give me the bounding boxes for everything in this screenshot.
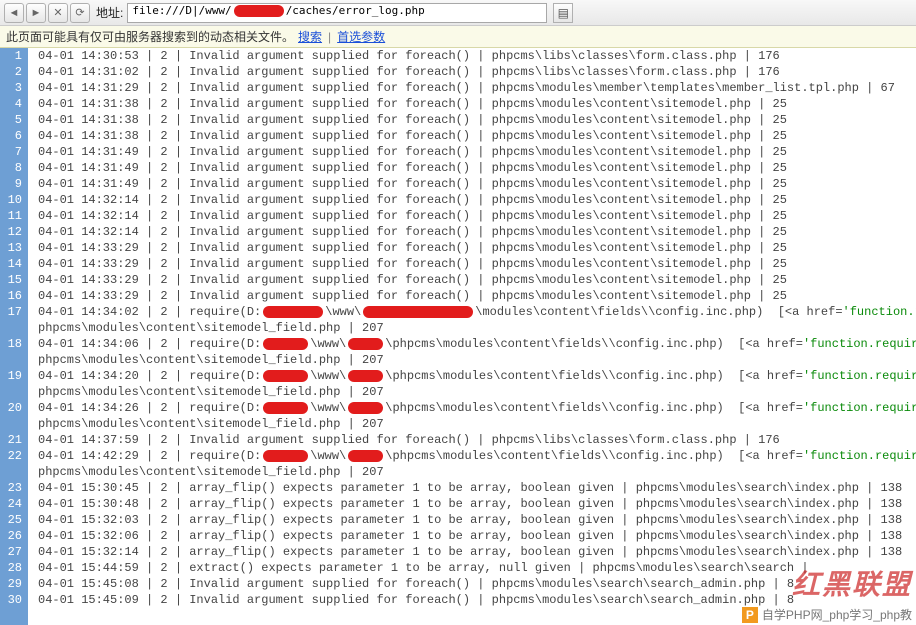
- watermark: 红黑联盟: [792, 563, 912, 603]
- gutter-line: 3: [6, 80, 22, 96]
- gutter-line: 28: [6, 560, 22, 576]
- line-gutter: 1234567891011121314151617181920212223242…: [0, 48, 28, 625]
- gutter-line: 16: [6, 288, 22, 304]
- gutter-line: 20: [6, 400, 22, 416]
- back-button[interactable]: ◄: [4, 3, 24, 23]
- log-line: 04-01 14:31:49 | 2 | Invalid argument su…: [28, 176, 916, 192]
- address-input[interactable]: file:///D|/www//caches/error_log.php: [127, 3, 547, 23]
- log-line: phpcms\modules\content\sitemodel_field.p…: [28, 416, 916, 432]
- go-button[interactable]: ▤: [553, 3, 573, 23]
- log-line: 04-01 14:32:14 | 2 | Invalid argument su…: [28, 208, 916, 224]
- log-line: 04-01 15:44:59 | 2 | extract() expects p…: [28, 560, 916, 576]
- log-line: 04-01 14:32:14 | 2 | Invalid argument su…: [28, 224, 916, 240]
- log-line: 04-01 14:34:20 | 2 | require(D:\www\\php…: [28, 368, 916, 384]
- gutter-line: 19: [6, 368, 22, 384]
- log-line: 04-01 14:30:53 | 2 | Invalid argument su…: [28, 48, 916, 64]
- log-line: 04-01 14:31:49 | 2 | Invalid argument su…: [28, 144, 916, 160]
- gutter-line: 12: [6, 224, 22, 240]
- log-line: 04-01 15:32:14 | 2 | array_flip() expect…: [28, 544, 916, 560]
- gutter-line: 18: [6, 336, 22, 352]
- gutter-line: [6, 384, 22, 400]
- gutter-line: 7: [6, 144, 22, 160]
- log-line: 04-01 15:45:08 | 2 | Invalid argument su…: [28, 576, 916, 592]
- gutter-line: [6, 416, 22, 432]
- log-line: 04-01 14:33:29 | 2 | Invalid argument su…: [28, 272, 916, 288]
- infobar-search-link[interactable]: 搜索: [298, 28, 322, 45]
- log-line: 04-01 15:32:06 | 2 | array_flip() expect…: [28, 528, 916, 544]
- log-line: phpcms\modules\content\sitemodel_field.p…: [28, 384, 916, 400]
- stop-button[interactable]: ✕: [48, 3, 68, 23]
- log-line: 04-01 14:34:02 | 2 | require(D:\www\\mod…: [28, 304, 916, 320]
- footer-badge: P 自学PHP网_php学习_php教: [742, 606, 912, 623]
- infobar-prefs-link[interactable]: 首选参数: [337, 28, 385, 45]
- gutter-line: 2: [6, 64, 22, 80]
- php-badge-icon: P: [742, 607, 758, 623]
- log-line: 04-01 14:31:02 | 2 | Invalid argument su…: [28, 64, 916, 80]
- log-line: 04-01 14:31:49 | 2 | Invalid argument su…: [28, 160, 916, 176]
- gutter-line: 24: [6, 496, 22, 512]
- gutter-line: 17: [6, 304, 22, 320]
- gutter-line: 5: [6, 112, 22, 128]
- dynamic-files-infobar: 此页面可能具有仅可由服务器搜索到的动态相关文件。 搜索 | 首选参数: [0, 26, 916, 48]
- log-line: 04-01 14:31:29 | 2 | Invalid argument su…: [28, 80, 916, 96]
- browser-toolbar: ◄ ► ✕ ⟳ 地址: file:///D|/www//caches/error…: [0, 0, 916, 26]
- gutter-line: [6, 464, 22, 480]
- log-line: phpcms\modules\content\sitemodel_field.p…: [28, 352, 916, 368]
- log-line: phpcms\modules\content\sitemodel_field.p…: [28, 320, 916, 336]
- address-label: 地址:: [96, 4, 123, 21]
- gutter-line: 9: [6, 176, 22, 192]
- log-line: 04-01 14:32:14 | 2 | Invalid argument su…: [28, 192, 916, 208]
- gutter-line: [6, 320, 22, 336]
- gutter-line: 11: [6, 208, 22, 224]
- gutter-line: 4: [6, 96, 22, 112]
- log-line: 04-01 14:34:26 | 2 | require(D:\www\\php…: [28, 400, 916, 416]
- infobar-text: 此页面可能具有仅可由服务器搜索到的动态相关文件。: [6, 28, 294, 45]
- reload-button[interactable]: ⟳: [70, 3, 90, 23]
- log-line: 04-01 14:33:29 | 2 | Invalid argument su…: [28, 256, 916, 272]
- log-line: 04-01 15:32:03 | 2 | array_flip() expect…: [28, 512, 916, 528]
- gutter-line: 22: [6, 448, 22, 464]
- gutter-line: 30: [6, 592, 22, 608]
- gutter-line: 23: [6, 480, 22, 496]
- log-line: 04-01 14:31:38 | 2 | Invalid argument su…: [28, 96, 916, 112]
- log-line: 04-01 14:34:06 | 2 | require(D:\www\\php…: [28, 336, 916, 352]
- log-line: phpcms\modules\content\sitemodel_field.p…: [28, 464, 916, 480]
- log-line: 04-01 14:37:59 | 2 | Invalid argument su…: [28, 432, 916, 448]
- log-line: 04-01 14:31:38 | 2 | Invalid argument su…: [28, 112, 916, 128]
- gutter-line: 25: [6, 512, 22, 528]
- log-line: 04-01 14:33:29 | 2 | Invalid argument su…: [28, 240, 916, 256]
- gutter-line: 15: [6, 272, 22, 288]
- redacted-segment: [234, 5, 284, 17]
- code-editor: 1234567891011121314151617181920212223242…: [0, 48, 916, 625]
- gutter-line: 1: [6, 48, 22, 64]
- log-line: 04-01 14:33:29 | 2 | Invalid argument su…: [28, 288, 916, 304]
- log-line: 04-01 14:31:38 | 2 | Invalid argument su…: [28, 128, 916, 144]
- gutter-line: 21: [6, 432, 22, 448]
- gutter-line: 13: [6, 240, 22, 256]
- gutter-line: 10: [6, 192, 22, 208]
- gutter-line: 27: [6, 544, 22, 560]
- gutter-line: [6, 352, 22, 368]
- gutter-line: 29: [6, 576, 22, 592]
- forward-button[interactable]: ►: [26, 3, 46, 23]
- log-line: 04-01 15:30:48 | 2 | array_flip() expect…: [28, 496, 916, 512]
- gutter-line: 6: [6, 128, 22, 144]
- gutter-line: 26: [6, 528, 22, 544]
- code-area[interactable]: 04-01 14:30:53 | 2 | Invalid argument su…: [28, 48, 916, 625]
- gutter-line: 14: [6, 256, 22, 272]
- gutter-line: 8: [6, 160, 22, 176]
- log-line: 04-01 15:30:45 | 2 | array_flip() expect…: [28, 480, 916, 496]
- log-line: 04-01 14:42:29 | 2 | require(D:\www\\php…: [28, 448, 916, 464]
